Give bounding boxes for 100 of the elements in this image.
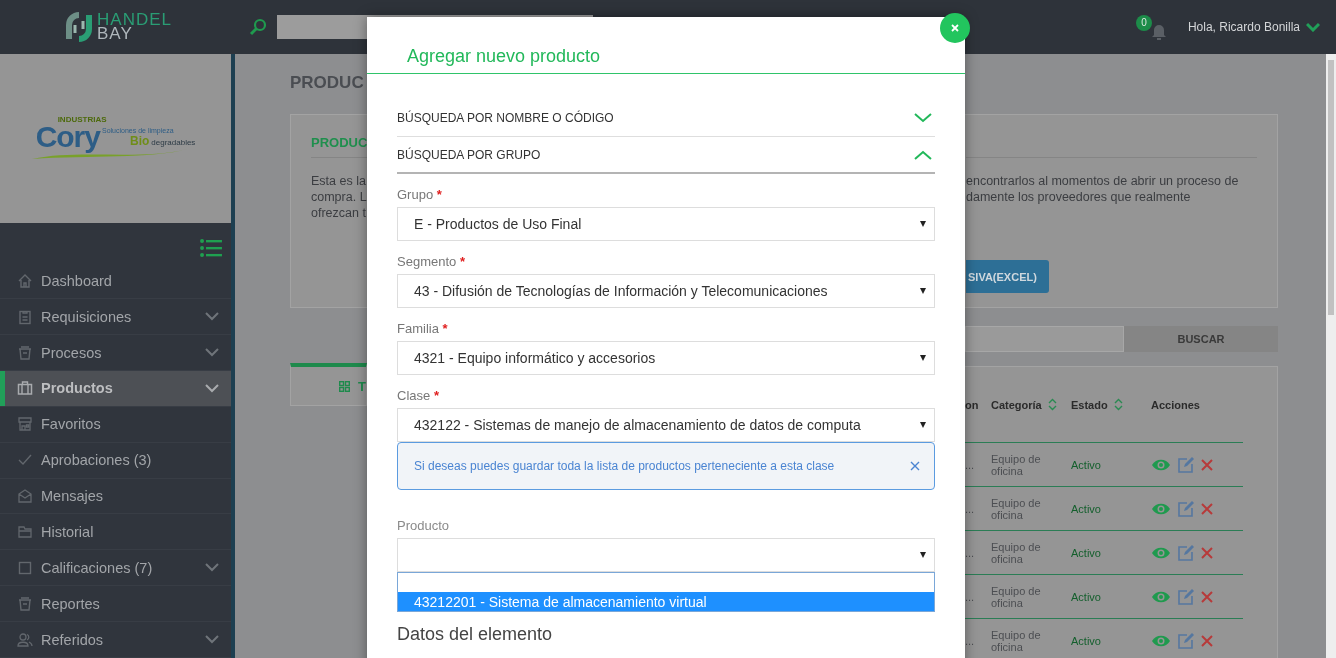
status-text: Activo: [1071, 458, 1101, 471]
select-field[interactable]: 432122 - Sistemas de manejo de almacenamiento de datos de computa: [397, 408, 935, 442]
briefcase-icon: [17, 380, 33, 397]
column-header[interactable]: Categoría: [991, 398, 1042, 411]
grid-icon: [339, 380, 351, 392]
table-cell: ...: [965, 546, 975, 559]
sidebar-item[interactable]: Mensajes: [0, 478, 231, 515]
search-field[interactable]: [965, 326, 1124, 352]
status-text: Activo: [1071, 502, 1101, 515]
list-icon[interactable]: [200, 239, 222, 258]
close-icon: [951, 24, 959, 32]
search-button[interactable]: BUSCAR: [1124, 326, 1278, 352]
select-field[interactable]: [397, 538, 935, 572]
envelope-icon: [17, 488, 33, 505]
field-label: Grupo: [397, 187, 434, 202]
paragraph-text: ofrezcan t: [311, 205, 367, 221]
scrollbar[interactable]: [1326, 54, 1336, 658]
page-title: PRODUC: [290, 72, 364, 94]
paragraph-text: Esta es la: [311, 173, 367, 189]
table-cell: Equipo de oficina: [991, 628, 1041, 653]
table-cell: Equipo de oficina: [991, 452, 1041, 477]
chevron-icon: [914, 113, 932, 123]
table-cell: Equipo de oficina: [991, 496, 1041, 521]
delete-icon[interactable]: [1201, 458, 1213, 471]
delete-icon[interactable]: [1201, 634, 1213, 647]
close-icon[interactable]: [910, 461, 920, 471]
user-greeting[interactable]: Hola, Ricardo Bonilla: [1187, 20, 1300, 34]
sidebar-item[interactable]: Requisiciones: [0, 299, 231, 336]
sidebar-item[interactable]: Procesos: [0, 335, 231, 371]
card-heading: PRODUC: [311, 135, 368, 150]
eye-icon[interactable]: [1151, 457, 1171, 472]
folder-icon: [17, 523, 33, 540]
eye-icon[interactable]: [1151, 545, 1171, 560]
logo-text: HANDEL: [97, 13, 172, 27]
accordion-header[interactable]: BÚSQUEDA POR NOMBRE O CÓDIGO: [397, 100, 935, 137]
table-cell: ...: [965, 590, 975, 603]
field-label: Producto: [397, 517, 451, 535]
users-icon: [17, 631, 33, 648]
upload-button[interactable]: SIVA(EXCEL): [966, 260, 1049, 293]
edit-icon[interactable]: [1177, 499, 1195, 518]
sidebar-item[interactable]: Favoritos: [0, 406, 231, 443]
required-mark: *: [442, 321, 448, 336]
eye-icon[interactable]: [1151, 633, 1171, 648]
edit-icon[interactable]: [1177, 455, 1195, 474]
delete-icon[interactable]: [1201, 590, 1213, 603]
required-mark: *: [459, 254, 465, 269]
select-field[interactable]: E - Productos de Uso Final: [397, 207, 935, 241]
sidebar-item[interactable]: Productos: [0, 370, 231, 407]
sort-icon[interactable]: [1113, 398, 1123, 411]
bell-icon[interactable]: [1151, 23, 1166, 40]
store-icon: [17, 416, 33, 433]
caret-icon: [920, 221, 926, 227]
column-header: on: [965, 398, 979, 411]
select-field[interactable]: 43 - Difusión de Tecnologías de Información y Telecomunicaciones: [397, 274, 935, 308]
sidebar-item[interactable]: Historial: [0, 514, 231, 551]
alert-text: Si deseas puedes guardar toda la lista de productos perteneciente a esta clase: [414, 459, 836, 473]
sort-icon[interactable]: [1047, 398, 1057, 411]
square-icon: [17, 559, 33, 576]
logo-text: BAY: [97, 27, 133, 41]
paragraph-text: damente los proveedores que realmente: [966, 189, 1192, 205]
field-label: Familia: [397, 321, 439, 336]
edit-icon[interactable]: [1177, 543, 1195, 562]
caret-icon: [920, 355, 926, 361]
select-field[interactable]: 4321 - Equipo informático y accesorios: [397, 341, 935, 375]
sidebar-item[interactable]: Calificaciones (7): [0, 550, 231, 587]
required-mark: *: [436, 187, 442, 202]
delete-icon[interactable]: [1201, 502, 1213, 515]
field-label: Clase: [397, 388, 431, 403]
sidebar-item[interactable]: Referidos: [0, 622, 231, 658]
caret-icon: [920, 552, 926, 558]
table-cell: ...: [965, 634, 975, 647]
sidebar-item[interactable]: Reportes: [0, 586, 231, 623]
tray-icon: [17, 344, 33, 361]
sidebar-item[interactable]: Aprobaciones (3): [0, 442, 231, 479]
status-text: Activo: [1071, 590, 1101, 603]
table-cell: ...: [965, 458, 975, 471]
home-icon: [17, 272, 33, 289]
table-cell: Equipo de oficina: [991, 584, 1041, 609]
search-icon[interactable]: [249, 18, 267, 36]
logo-icon: [63, 11, 95, 43]
chevron-icon: [914, 149, 932, 160]
close-button[interactable]: [940, 13, 970, 43]
sidebar-item[interactable]: Dashboard: [0, 263, 231, 300]
eye-icon[interactable]: [1151, 501, 1171, 516]
field-label: Segmento: [397, 254, 457, 269]
table-cell: Equipo de oficina: [991, 540, 1041, 565]
clipboard-icon: [17, 308, 33, 325]
paragraph-text: compra. L: [311, 189, 368, 205]
eye-icon[interactable]: [1151, 589, 1171, 604]
edit-icon[interactable]: [1177, 631, 1195, 650]
edit-icon[interactable]: [1177, 587, 1195, 606]
dropdown-option[interactable]: 43212201 - Sistema de almacenamiento virtual: [398, 592, 934, 611]
delete-icon[interactable]: [1201, 546, 1213, 559]
status-text: Activo: [1071, 546, 1101, 559]
chevron-icon[interactable]: [1306, 22, 1320, 32]
column-header[interactable]: Estado: [1071, 398, 1108, 411]
section-title: Datos del elemento: [397, 623, 554, 645]
tray-icon: [17, 595, 33, 612]
column-header: Acciones: [1151, 398, 1200, 411]
accordion-header[interactable]: BÚSQUEDA POR GRUPO: [397, 137, 935, 174]
